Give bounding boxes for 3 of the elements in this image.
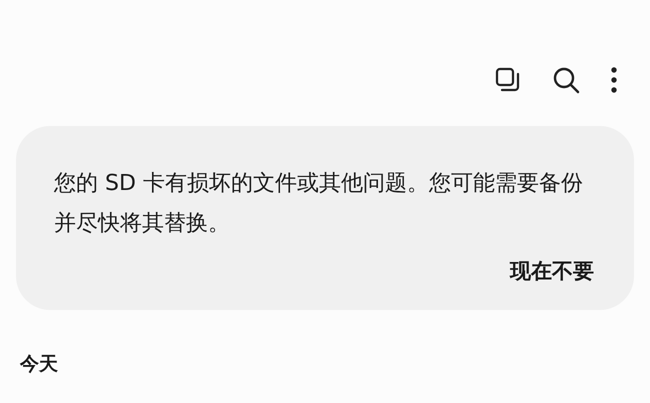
not-now-button[interactable]: 现在不要 [508, 256, 596, 288]
section-title: 今天 [20, 352, 58, 374]
notice-message: 您的 SD 卡有损坏的文件或其他问题。您可能需要备份并尽快将其替换。 [54, 170, 584, 238]
